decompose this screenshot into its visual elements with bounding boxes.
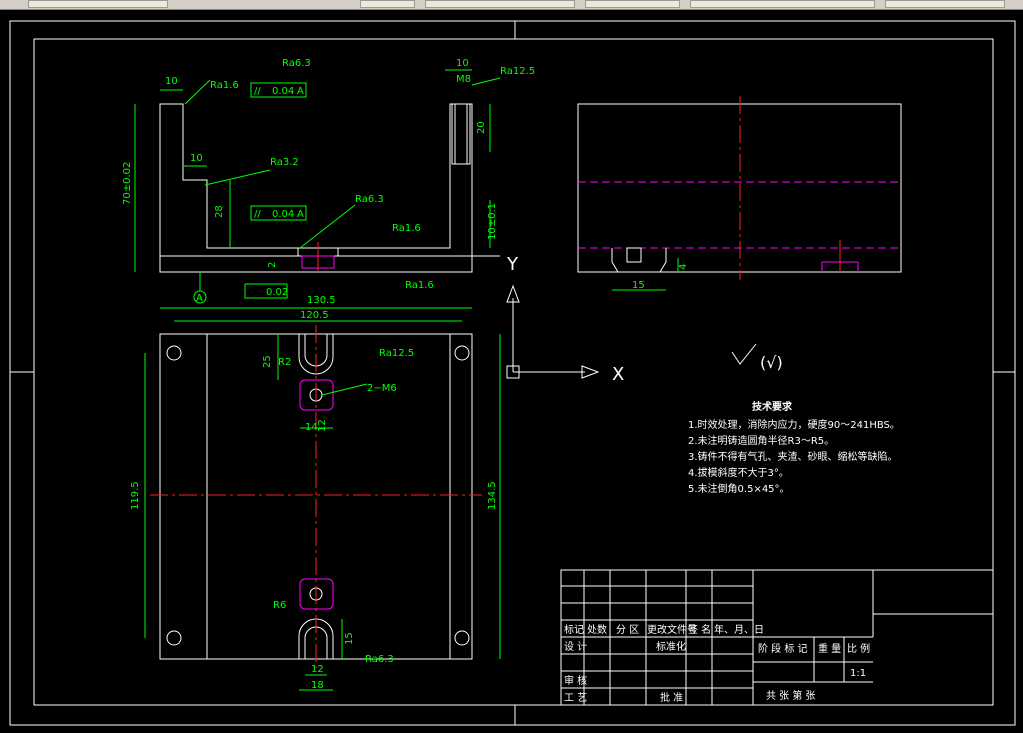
side-view: 15 4 <box>577 96 902 291</box>
ra-label: Ra3.2 <box>270 157 299 168</box>
front-outline <box>159 103 473 273</box>
side-slot <box>611 248 667 273</box>
sheet-border-outer <box>9 20 1016 726</box>
leader <box>321 383 368 396</box>
ra-label: Ra6.3 <box>282 58 311 69</box>
tolerance-value: 0.04 <box>272 209 294 220</box>
dim-18: 18 <box>311 680 324 691</box>
corner-hole <box>166 345 182 361</box>
dim-15: 15 <box>344 632 355 645</box>
dim-10: 10 <box>165 76 178 87</box>
dim-12: 12 <box>311 664 324 675</box>
toolbar-button[interactable] <box>360 0 415 8</box>
corner-hole <box>454 630 470 646</box>
ra-label: Ra12.5 <box>379 348 414 359</box>
dim-4: 4 <box>678 264 689 270</box>
toolbar-button[interactable] <box>425 0 575 8</box>
technical-notes: 技术要求 1.时效处理，消除内应力，硬度90～241HBS。 2.未注明铸造圆角… <box>688 400 900 495</box>
dim-20: 20 <box>476 121 487 134</box>
tolerance-value: 0.04 <box>272 86 294 97</box>
tb-label: 阶 段 标 记 <box>758 642 808 655</box>
note-item: 2.未注明铸造圆角半径R3～R5。 <box>688 434 834 447</box>
flatness-value: 0.02 <box>266 287 288 298</box>
tb-label: 审 核 <box>564 674 587 687</box>
dim-r2: R2 <box>278 357 291 368</box>
dim-10-tol: 10±0.1 <box>487 203 498 240</box>
side-slot-inner <box>626 247 642 263</box>
toolbar-button[interactable] <box>585 0 680 8</box>
general-surface-symbol: (√) <box>731 343 783 372</box>
dim-25: 25 <box>262 355 273 368</box>
toolbar-button[interactable] <box>690 0 875 8</box>
note-item: 3.铸件不得有气孔、夹渣、砂眼、缩松等缺陷。 <box>688 450 898 463</box>
leader <box>471 77 501 86</box>
tb-label: 批 准 <box>660 691 683 704</box>
parallel-symbol: // <box>254 209 261 220</box>
note-item: 5.未注倒角0.5×45°。 <box>688 482 790 495</box>
toolbar-button[interactable] <box>885 0 1005 8</box>
parallel-symbol: // <box>254 86 261 97</box>
roughness-note: (√) <box>760 353 783 372</box>
leader <box>204 169 271 186</box>
tb-label: 设 计 <box>564 640 587 653</box>
tb-label: 年、月、日 <box>714 623 764 636</box>
dim-119-5: 119.5 <box>130 481 141 510</box>
ucs-x-label: X <box>612 364 624 385</box>
tb-label: 标准化 <box>656 640 686 653</box>
ra-label: Ra6.3 <box>365 654 394 665</box>
ra-label: Ra1.6 <box>210 80 239 91</box>
ucs-y-label: Y <box>506 254 519 275</box>
datum-ref: A <box>297 209 304 220</box>
dim-134-5: 134.5 <box>487 481 498 510</box>
tb-sheets: 共 张 第 张 <box>766 689 816 702</box>
note-item: 4.拔模斜度不大于3°。 <box>688 466 789 479</box>
datum-ref: A <box>297 86 304 97</box>
tb-label: 签 名 <box>688 623 711 636</box>
ucs-icon: Y X <box>506 254 624 385</box>
title-block: 标记 处数 分 区 更改文件号 签 名 年、月、日 设 计 标准化 审 核 工 … <box>560 569 994 706</box>
ra-label: Ra12.5 <box>500 66 535 77</box>
tb-label: 标记 <box>564 624 584 636</box>
dim-15: 15 <box>632 280 645 291</box>
front-view: 10 Ra1.6 // 0.04 A Ra6.3 10 M8 Ra12.5 20… <box>122 58 535 309</box>
leader <box>299 204 356 249</box>
tb-label: 重 量 <box>818 642 841 655</box>
tb-label: 处数 <box>587 623 607 636</box>
dim-10: 10 <box>190 153 203 164</box>
dim-m8: M8 <box>456 74 471 85</box>
note-item: 1.时效处理，消除内应力，硬度90～241HBS。 <box>688 418 900 431</box>
dim-14: 14 <box>305 422 318 433</box>
tb-label: 比 例 <box>847 642 870 655</box>
tb-scale: 1:1 <box>850 668 866 679</box>
notes-title: 技术要求 <box>752 400 793 413</box>
thread-callout: 2−M6 <box>367 383 397 394</box>
tb-label: 工 艺 <box>564 692 587 704</box>
corner-hole <box>454 345 470 361</box>
dim-120-5: 120.5 <box>300 310 329 321</box>
ra-label: Ra6.3 <box>355 194 384 205</box>
ra-label: Ra1.6 <box>392 223 421 234</box>
dim-130-5: 130.5 <box>307 295 336 306</box>
dim-2: 2 <box>267 262 278 268</box>
datum-a: A <box>196 293 203 304</box>
dim-28: 28 <box>214 205 225 218</box>
drawing-canvas[interactable]: 10 Ra1.6 // 0.04 A Ra6.3 10 M8 Ra12.5 20… <box>0 9 1023 733</box>
leader <box>184 79 211 105</box>
top-view: 120.5 25 R2 Ra12.5 2−M6 14 12 119.5 134.… <box>130 310 501 691</box>
corner-hole <box>166 630 182 646</box>
roughness-check-icon <box>731 343 757 365</box>
dim-70: 70±0.02 <box>122 162 133 205</box>
dim-r6: R6 <box>273 600 286 611</box>
ra-label: Ra1.6 <box>405 280 434 291</box>
tb-label: 分 区 <box>616 624 639 636</box>
toolbar-button[interactable] <box>28 0 168 8</box>
dim-10: 10 <box>456 58 469 69</box>
dim-12: 12 <box>317 419 328 432</box>
